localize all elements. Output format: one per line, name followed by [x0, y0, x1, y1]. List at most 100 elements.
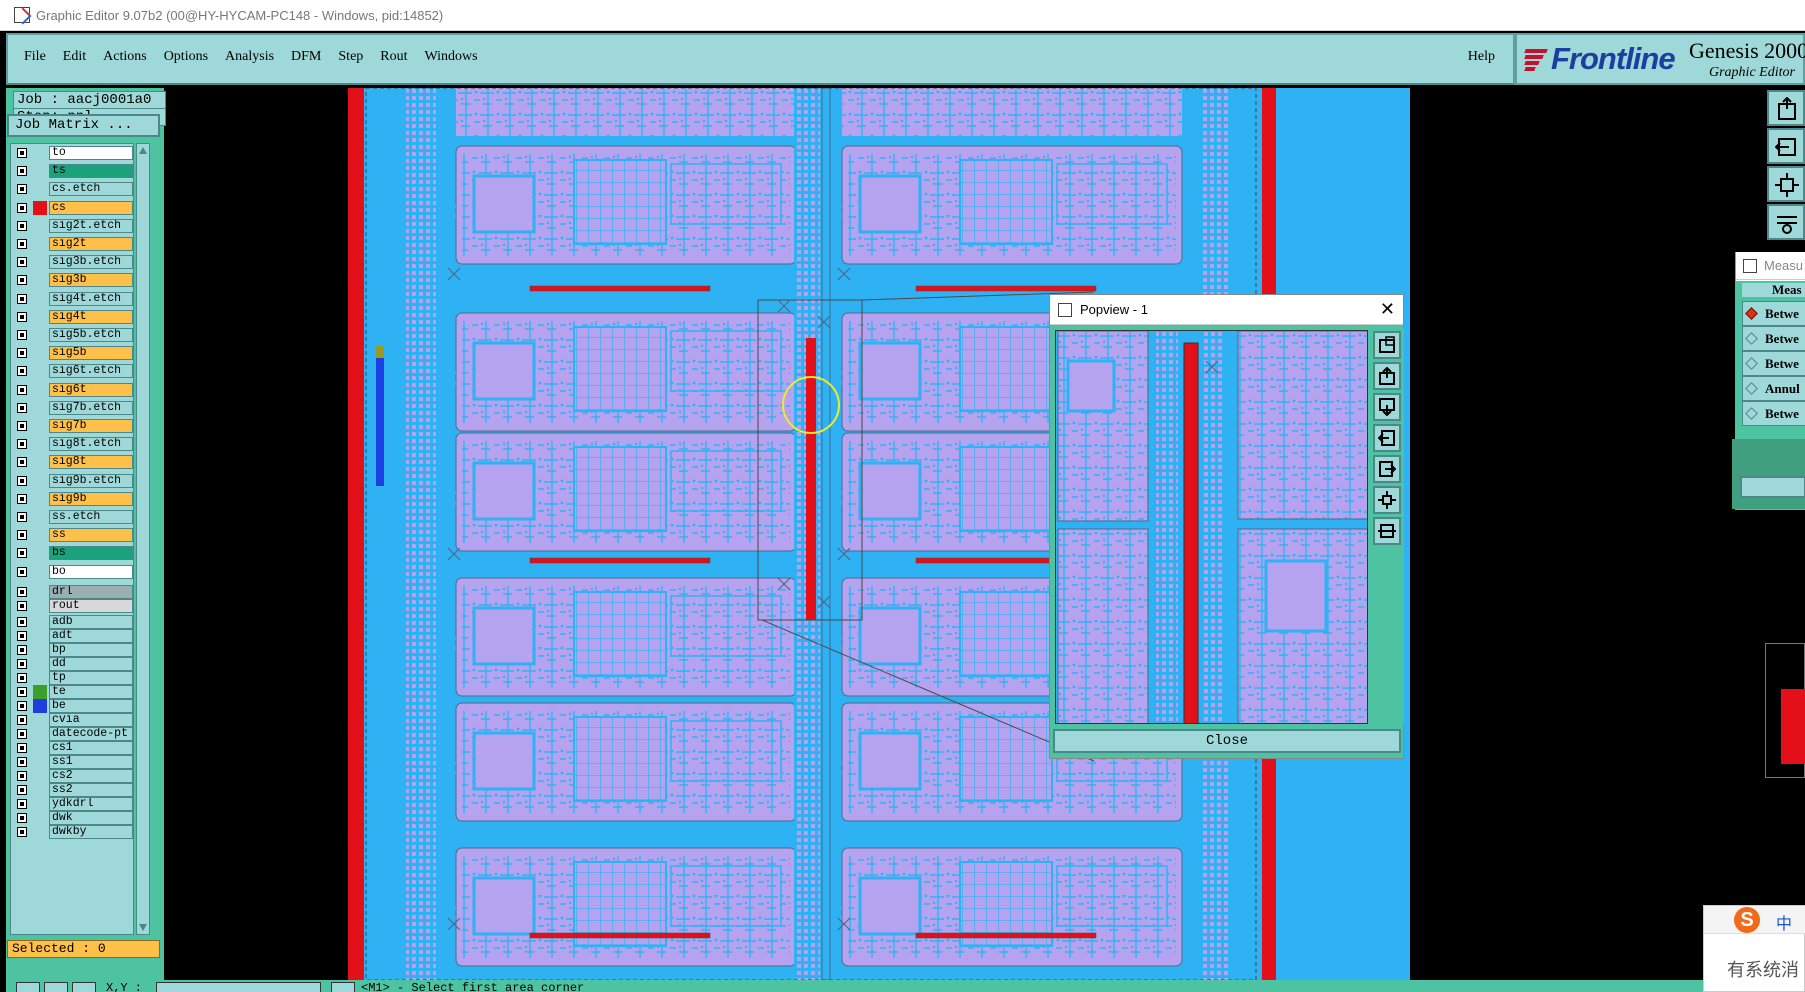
- layer-name[interactable]: ts: [49, 164, 133, 179]
- layer-checkbox[interactable]: [17, 493, 27, 504]
- layer-name[interactable]: sig3b.etch: [49, 255, 133, 270]
- coordinates-field[interactable]: [156, 982, 321, 992]
- layer-row[interactable]: sig8t.etch: [11, 436, 133, 452]
- layer-checkbox[interactable]: [17, 548, 27, 559]
- layer-checkbox[interactable]: [17, 512, 27, 522]
- layer-row[interactable]: sig8t: [11, 454, 133, 470]
- popview-pan-up-button[interactable]: [1373, 362, 1401, 390]
- layer-name[interactable]: cs1: [49, 740, 133, 755]
- layer-name[interactable]: to: [49, 146, 133, 160]
- radio-diamond-icon[interactable]: [1745, 307, 1758, 320]
- layer-row[interactable]: sig4t: [11, 309, 133, 325]
- layer-name[interactable]: dd: [49, 656, 133, 671]
- layer-row[interactable]: ss.etch: [11, 509, 133, 525]
- layer-checkbox[interactable]: [17, 202, 27, 213]
- radio-diamond-icon[interactable]: [1745, 407, 1758, 420]
- layer-row[interactable]: sig4t.etch: [11, 291, 133, 307]
- measure-tool-button[interactable]: [1767, 204, 1805, 240]
- pan-left-button[interactable]: [1767, 128, 1805, 164]
- popview-fit-button[interactable]: [1373, 486, 1401, 514]
- layer-name[interactable]: sig9b: [49, 491, 133, 506]
- layer-row[interactable]: rout: [11, 598, 133, 614]
- zoom-home-button[interactable]: [1767, 90, 1805, 126]
- measure-option[interactable]: Betwe: [1742, 351, 1805, 376]
- layer-checkbox[interactable]: [17, 148, 27, 158]
- layer-name[interactable]: cvia: [49, 712, 133, 727]
- layer-row[interactable]: sig9b.etch: [11, 473, 133, 489]
- layer-row[interactable]: sig6t.etch: [11, 363, 133, 379]
- layer-checkbox[interactable]: [17, 166, 27, 177]
- measure-action-button[interactable]: [1740, 476, 1805, 498]
- layer-checkbox[interactable]: [17, 586, 27, 597]
- job-matrix-button[interactable]: Job Matrix ...: [7, 114, 160, 137]
- layer-checkbox[interactable]: [17, 530, 27, 541]
- layer-row[interactable]: sig5b: [11, 345, 133, 361]
- layer-name[interactable]: dwk: [49, 810, 133, 825]
- radio-diamond-icon[interactable]: [1745, 382, 1758, 395]
- layer-checkbox[interactable]: [17, 644, 27, 655]
- radio-diamond-icon[interactable]: [1745, 332, 1758, 345]
- layer-checkbox[interactable]: [17, 826, 27, 837]
- layer-row[interactable]: to: [11, 145, 133, 161]
- layer-checkbox[interactable]: [17, 770, 27, 781]
- layer-name[interactable]: sig4t: [49, 309, 133, 324]
- radio-diamond-icon[interactable]: [1745, 357, 1758, 370]
- layer-row[interactable]: bs: [11, 545, 133, 561]
- layer-name[interactable]: cs2: [49, 768, 133, 783]
- status-check-button[interactable]: [44, 982, 68, 992]
- layer-name[interactable]: bp: [49, 642, 133, 657]
- layer-checkbox[interactable]: [17, 402, 27, 413]
- layer-name[interactable]: sig2t.etch: [49, 218, 133, 233]
- layer-row[interactable]: sig3b.etch: [11, 254, 133, 270]
- layer-row[interactable]: sig7b: [11, 418, 133, 434]
- graphic-canvas[interactable]: [166, 88, 1688, 980]
- status-select-button[interactable]: [16, 982, 40, 992]
- layer-row[interactable]: sig2t.etch: [11, 218, 133, 234]
- layer-name[interactable]: ss1: [49, 754, 133, 769]
- layer-row[interactable]: sig9b: [11, 491, 133, 507]
- popview-canvas[interactable]: [1055, 330, 1368, 724]
- layer-name[interactable]: bs: [49, 546, 133, 561]
- layer-name[interactable]: adt: [49, 628, 133, 643]
- layer-name[interactable]: ss2: [49, 782, 133, 797]
- layer-name[interactable]: ss.etch: [49, 510, 133, 524]
- layer-checkbox[interactable]: [17, 812, 27, 823]
- layer-checkbox[interactable]: [17, 220, 27, 231]
- layer-checkbox[interactable]: [17, 566, 27, 577]
- fit-view-button[interactable]: [1767, 166, 1805, 202]
- menu-windows[interactable]: Windows: [425, 49, 478, 65]
- layer-row[interactable]: sig6t: [11, 382, 133, 398]
- menu-analysis[interactable]: Analysis: [225, 49, 274, 65]
- layer-row[interactable]: sig7b.etch: [11, 400, 133, 416]
- close-icon[interactable]: ✕: [1380, 299, 1395, 320]
- layer-scrollbar[interactable]: [136, 143, 150, 935]
- layer-name[interactable]: dwkby: [49, 824, 133, 839]
- layer-checkbox[interactable]: [17, 714, 27, 725]
- popview-pan-left-button[interactable]: [1373, 424, 1401, 452]
- popview-pan-right-button[interactable]: [1373, 455, 1401, 483]
- scroll-up-icon[interactable]: [138, 146, 148, 156]
- layer-checkbox[interactable]: [17, 330, 27, 340]
- layer-name[interactable]: sig4t.etch: [49, 291, 133, 306]
- layer-row[interactable]: cs: [11, 200, 133, 216]
- layer-name[interactable]: sig2t: [49, 237, 133, 251]
- layer-checkbox[interactable]: [17, 366, 27, 377]
- menu-file[interactable]: File: [24, 49, 46, 65]
- popview-center-button[interactable]: [1373, 517, 1401, 545]
- layer-checkbox[interactable]: [17, 784, 27, 795]
- layer-checkbox[interactable]: [17, 384, 27, 395]
- layer-checkbox[interactable]: [17, 293, 27, 304]
- layer-name[interactable]: sig7b: [49, 419, 133, 433]
- ime-mode[interactable]: 中: [1776, 910, 1792, 934]
- layer-name[interactable]: datecode-pt: [49, 726, 133, 741]
- layer-name[interactable]: te: [49, 684, 133, 699]
- layer-name[interactable]: sig5b.etch: [49, 328, 133, 342]
- layer-checkbox[interactable]: [17, 421, 27, 431]
- menu-step[interactable]: Step: [338, 49, 363, 65]
- layer-row[interactable]: sig2t: [11, 236, 133, 252]
- layer-checkbox[interactable]: [17, 600, 27, 611]
- menu-rout[interactable]: Rout: [380, 49, 407, 65]
- layer-checkbox[interactable]: [17, 728, 27, 739]
- layer-row[interactable]: ss: [11, 527, 133, 543]
- layer-checkbox[interactable]: [17, 348, 27, 359]
